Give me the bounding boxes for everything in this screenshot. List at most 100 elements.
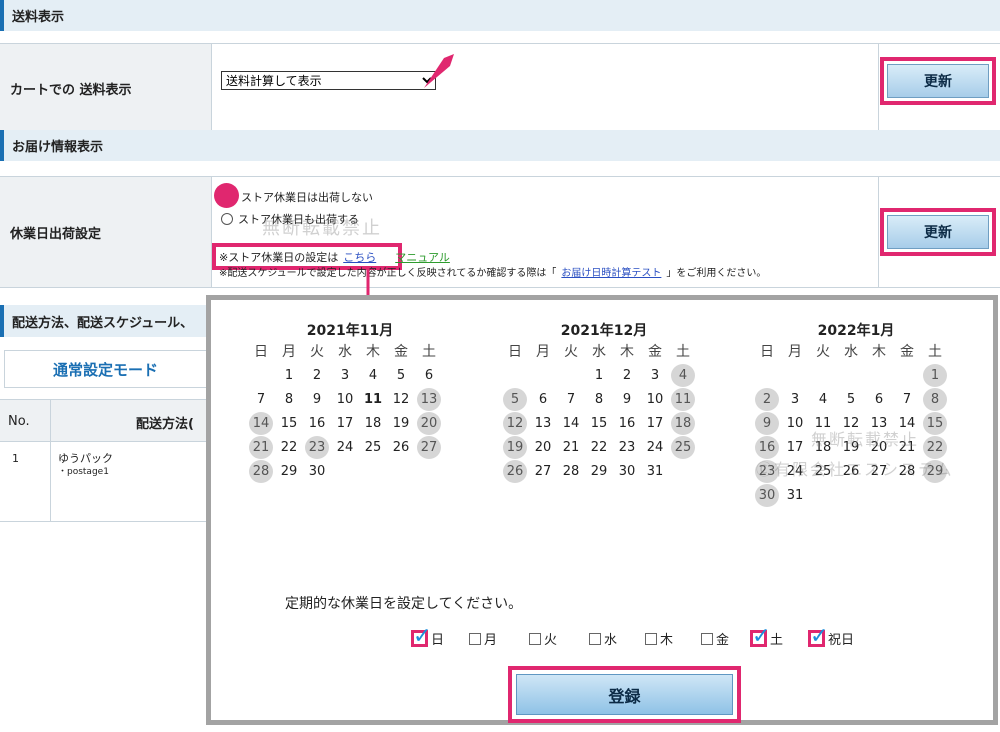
checkbox-unchecked-icon[interactable] bbox=[701, 632, 713, 645]
calendar-day[interactable]: 1 bbox=[585, 363, 613, 387]
checkbox-checked-icon[interactable] bbox=[411, 624, 431, 649]
calendar-day[interactable]: 6 bbox=[415, 363, 443, 387]
calendar-day[interactable]: 5 bbox=[837, 387, 865, 411]
calendar-day[interactable]: 7 bbox=[247, 387, 275, 411]
calendar-day[interactable]: 4 bbox=[669, 363, 697, 387]
checkbox-checked-icon[interactable] bbox=[750, 624, 770, 649]
calendar-day[interactable]: 27 bbox=[865, 459, 893, 483]
calendar-day[interactable]: 29 bbox=[921, 459, 949, 483]
calendar-day[interactable]: 9 bbox=[303, 387, 331, 411]
checkbox-unchecked-icon[interactable] bbox=[529, 632, 541, 645]
store-holiday-settings-link[interactable]: こちら bbox=[343, 249, 376, 265]
weekday-checkbox[interactable]: 金 bbox=[701, 629, 729, 648]
calendar-day[interactable]: 15 bbox=[921, 411, 949, 435]
calendar-day[interactable]: 4 bbox=[359, 363, 387, 387]
calendar-day[interactable]: 30 bbox=[753, 483, 781, 507]
calendar-day[interactable]: 10 bbox=[331, 387, 359, 411]
calendar-day[interactable]: 29 bbox=[585, 459, 613, 483]
calendar-day[interactable]: 1 bbox=[921, 363, 949, 387]
calendar-day[interactable]: 14 bbox=[247, 411, 275, 435]
manual-link[interactable]: マニュアル bbox=[395, 249, 450, 265]
calendar-day[interactable]: 16 bbox=[303, 411, 331, 435]
update-button[interactable]: 更新 bbox=[887, 215, 989, 249]
calendar-day[interactable]: 18 bbox=[809, 435, 837, 459]
calendar-day[interactable]: 13 bbox=[865, 411, 893, 435]
radio-no-ship[interactable]: ストア休業日は出荷しない bbox=[241, 189, 373, 205]
weekday-checkbox[interactable]: 水 bbox=[589, 629, 617, 648]
calendar-day[interactable]: 16 bbox=[613, 411, 641, 435]
calendar-day[interactable]: 10 bbox=[781, 411, 809, 435]
calendar-day[interactable]: 19 bbox=[387, 411, 415, 435]
calendar-day[interactable]: 15 bbox=[585, 411, 613, 435]
calendar-day[interactable]: 23 bbox=[753, 459, 781, 483]
calendar-day[interactable]: 1 bbox=[275, 363, 303, 387]
calendar-day[interactable]: 23 bbox=[303, 435, 331, 459]
calendar-day[interactable]: 11 bbox=[669, 387, 697, 411]
calendar-day[interactable]: 8 bbox=[921, 387, 949, 411]
calendar-day[interactable]: 24 bbox=[331, 435, 359, 459]
calendar-day[interactable]: 17 bbox=[641, 411, 669, 435]
calendar-day[interactable]: 3 bbox=[641, 363, 669, 387]
calendar-day[interactable]: 20 bbox=[865, 435, 893, 459]
calendar-day[interactable]: 5 bbox=[501, 387, 529, 411]
calendar-day[interactable]: 12 bbox=[387, 387, 415, 411]
weekday-checkbox[interactable]: 日 bbox=[411, 624, 444, 649]
calendar-day[interactable]: 18 bbox=[359, 411, 387, 435]
weekday-checkbox[interactable]: 月 bbox=[469, 629, 497, 648]
calendar-day[interactable]: 4 bbox=[809, 387, 837, 411]
calendar-day[interactable]: 19 bbox=[837, 435, 865, 459]
calendar-day[interactable]: 3 bbox=[331, 363, 359, 387]
calendar-day[interactable]: 25 bbox=[809, 459, 837, 483]
weekday-checkbox[interactable]: 祝日 bbox=[808, 624, 854, 649]
weekday-checkbox[interactable]: 火 bbox=[529, 629, 557, 648]
register-button[interactable]: 登録 bbox=[516, 674, 733, 715]
calendar-day[interactable]: 12 bbox=[501, 411, 529, 435]
calendar-day[interactable]: 2 bbox=[303, 363, 331, 387]
calendar-day[interactable]: 6 bbox=[529, 387, 557, 411]
calendar-day[interactable]: 9 bbox=[753, 411, 781, 435]
checkbox-unchecked-icon[interactable] bbox=[469, 632, 481, 645]
calendar-day[interactable]: 21 bbox=[557, 435, 585, 459]
calendar-day[interactable]: 24 bbox=[781, 459, 809, 483]
calendar-day[interactable]: 22 bbox=[585, 435, 613, 459]
calendar-day[interactable]: 11 bbox=[809, 411, 837, 435]
calendar-day[interactable]: 11 bbox=[359, 387, 387, 411]
radio-ship[interactable]: ストア休業日も出荷する bbox=[221, 211, 359, 227]
calendar-day[interactable]: 23 bbox=[613, 435, 641, 459]
calendar-day[interactable]: 25 bbox=[359, 435, 387, 459]
calendar-day[interactable]: 29 bbox=[275, 459, 303, 483]
shipping-display-select[interactable]: 送料計算して表示 bbox=[221, 71, 436, 90]
calendar-day[interactable]: 22 bbox=[275, 435, 303, 459]
calendar-day[interactable]: 19 bbox=[501, 435, 529, 459]
calendar-day[interactable]: 21 bbox=[247, 435, 275, 459]
checkbox-checked-icon[interactable] bbox=[808, 624, 828, 649]
calendar-day[interactable]: 18 bbox=[669, 411, 697, 435]
calendar-day[interactable]: 7 bbox=[893, 387, 921, 411]
calendar-day[interactable]: 5 bbox=[387, 363, 415, 387]
calendar-day[interactable]: 30 bbox=[303, 459, 331, 483]
calendar-day[interactable]: 7 bbox=[557, 387, 585, 411]
calendar-day[interactable]: 20 bbox=[529, 435, 557, 459]
calendar-day[interactable]: 12 bbox=[837, 411, 865, 435]
calendar-day[interactable]: 27 bbox=[415, 435, 443, 459]
calendar-day[interactable]: 10 bbox=[641, 387, 669, 411]
calendar-day[interactable]: 3 bbox=[781, 387, 809, 411]
calendar-day[interactable]: 24 bbox=[641, 435, 669, 459]
calendar-day[interactable]: 31 bbox=[641, 459, 669, 483]
calendar-day[interactable]: 8 bbox=[585, 387, 613, 411]
radio-circle-icon[interactable] bbox=[221, 213, 233, 225]
calendar-day[interactable]: 26 bbox=[387, 435, 415, 459]
calendar-day[interactable]: 22 bbox=[921, 435, 949, 459]
update-button[interactable]: 更新 bbox=[887, 64, 989, 98]
delivery-date-test-link[interactable]: お届け日時計算テスト bbox=[561, 264, 661, 279]
calendar-day[interactable]: 2 bbox=[613, 363, 641, 387]
calendar-day[interactable]: 21 bbox=[893, 435, 921, 459]
calendar-day[interactable]: 6 bbox=[865, 387, 893, 411]
calendar-day[interactable]: 31 bbox=[781, 483, 809, 507]
calendar-day[interactable]: 2 bbox=[753, 387, 781, 411]
calendar-day[interactable]: 9 bbox=[613, 387, 641, 411]
checkbox-unchecked-icon[interactable] bbox=[589, 632, 601, 645]
calendar-day[interactable]: 30 bbox=[613, 459, 641, 483]
calendar-day[interactable]: 28 bbox=[557, 459, 585, 483]
calendar-day[interactable]: 26 bbox=[837, 459, 865, 483]
